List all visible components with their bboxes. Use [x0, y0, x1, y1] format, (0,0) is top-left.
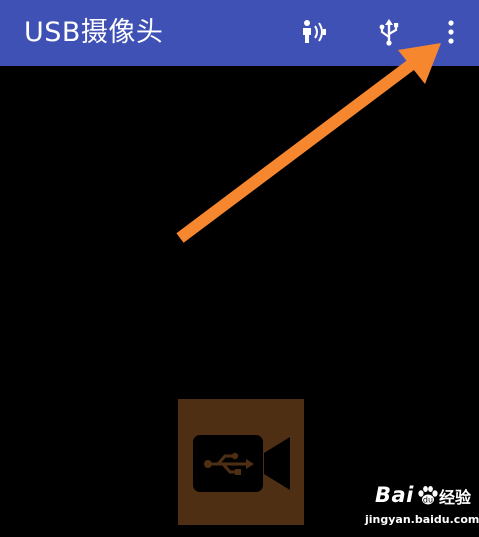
screen: USB摄像头 Bai du 经验 jingyan.baidu.com — [0, 0, 479, 537]
svg-text:du: du — [423, 496, 433, 505]
watermark-url: jingyan.baidu.com — [365, 513, 479, 526]
baidu-paw-icon: du — [418, 486, 438, 505]
annotation-arrow — [176, 43, 441, 243]
baidu-jingyan-watermark: Bai du 经验 jingyan.baidu.com — [365, 483, 479, 531]
watermark-brand-suffix: 经验 — [439, 488, 472, 507]
watermark-brand: Bai — [375, 483, 414, 507]
